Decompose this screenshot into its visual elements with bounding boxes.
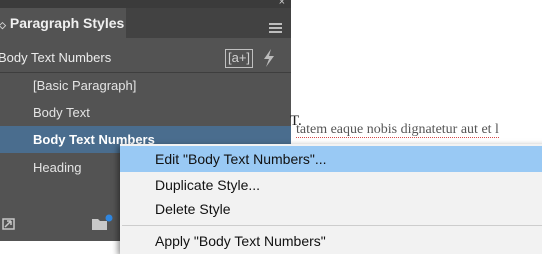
panel-title-strip: × [0,0,291,8]
menu-separator [122,225,542,226]
close-icon[interactable]: × [279,0,285,8]
menu-item-label: Edit "Body Text Numbers"... [155,151,327,167]
panel-menu-icon[interactable] [269,23,282,35]
menu-item-label: Apply "Body Text Numbers" [155,233,326,249]
panel-tab-bar: ◇ Paragraph Styles [0,8,291,38]
style-row-basic-paragraph[interactable]: [Basic Paragraph] [0,72,291,99]
menu-item-delete-style[interactable]: Delete Style [120,196,542,222]
menu-item-duplicate-style[interactable]: Duplicate Style... [120,172,542,198]
new-style-group-icon[interactable] [91,214,113,232]
tab-label: Paragraph Styles [9,15,125,31]
document-text-content: tatem eaque nobis dignatetur aut et l [296,122,499,138]
document-text-line: tatem eaque nobis dignatetur aut et l [296,122,499,138]
tab-paragraph-styles[interactable]: ◇ Paragraph Styles [0,8,126,38]
style-row-label: [Basic Paragraph] [33,78,137,93]
current-style-header: Body Text Numbers [a+] [0,44,291,72]
style-row-label: Heading [33,160,82,175]
current-style-label: Body Text Numbers [0,50,112,65]
menu-item-edit-style[interactable]: Edit "Body Text Numbers"... [120,146,542,172]
context-menu: Edit "Body Text Numbers"... Duplicate St… [120,144,542,254]
style-row-body-text[interactable]: Body Text [0,99,291,126]
style-row-label: Body Text [33,105,90,120]
expand-arrows-icon[interactable]: ◇ [0,20,6,30]
menu-item-label: Duplicate Style... [155,177,261,193]
style-group-icon[interactable] [2,216,16,230]
menu-item-label: Delete Style [155,201,231,217]
menu-item-apply-style[interactable]: Apply "Body Text Numbers" [120,228,542,254]
quick-apply-icon[interactable] [263,49,275,67]
style-override-icon[interactable]: [a+] [225,49,254,68]
